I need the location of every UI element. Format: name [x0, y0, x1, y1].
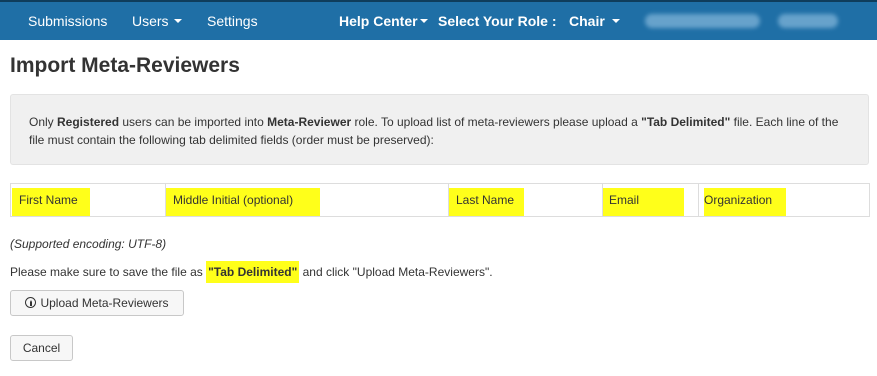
save-note-suffix: and click "Upload Meta-Reviewers". — [299, 265, 493, 279]
nav-role-label-text: Select Your Role : — [438, 13, 557, 29]
info-bold-meta-reviewer: Meta-Reviewer — [267, 115, 352, 129]
nav-users-menu[interactable]: Users — [132, 13, 182, 29]
field-first-name: First Name — [19, 193, 78, 207]
cancel-button[interactable]: Cancel — [10, 335, 73, 361]
nav-submissions-label: Submissions — [28, 13, 108, 29]
fields-table: First Name Middle Initial (optional) Las… — [10, 183, 870, 217]
column-divider — [698, 184, 699, 216]
blurred-user-menu — [778, 14, 838, 28]
nav-submissions[interactable]: Submissions — [28, 13, 107, 29]
upload-button-label: Upload Meta-Reviewers — [40, 296, 169, 310]
caret-down-icon — [173, 19, 182, 24]
nav-role-value: Chair — [569, 13, 605, 29]
info-box: Only Registered users can be imported in… — [10, 94, 869, 165]
info-bold-registered: Registered — [57, 115, 120, 129]
field-email: Email — [609, 193, 640, 207]
caret-down-icon — [419, 19, 428, 24]
save-instruction: Please make sure to save the file as "Ta… — [10, 261, 493, 283]
field-organization: Organization — [704, 193, 773, 207]
nav-help-center-label: Help Center — [339, 13, 418, 29]
info-text-1: Only — [29, 115, 58, 129]
upload-meta-reviewers-button[interactable]: Upload Meta-Reviewers — [10, 290, 184, 316]
nav-role-menu[interactable]: Chair — [569, 13, 620, 29]
save-note-prefix: Please make sure to save the file as — [10, 265, 207, 279]
nav-settings[interactable]: Settings — [207, 13, 258, 29]
field-last-name: Last Name — [456, 193, 515, 207]
encoding-note: (Supported encoding: UTF-8) — [10, 237, 167, 251]
upload-circle-icon — [25, 297, 37, 308]
blurred-user-name — [645, 14, 760, 28]
nav-role-label: Select Your Role : — [438, 13, 557, 29]
field-middle-initial: Middle Initial (optional) — [173, 193, 294, 207]
caret-down-icon — [611, 19, 620, 24]
info-text-2: users can be imported into — [119, 115, 268, 129]
page-title: Import Meta-Reviewers — [10, 54, 240, 77]
info-bold-tab-delimited: "Tab Delimited" — [641, 115, 731, 129]
nav-settings-label: Settings — [207, 13, 258, 29]
nav-help-center-menu[interactable]: Help Center — [339, 13, 428, 29]
nav-users-label: Users — [132, 13, 169, 29]
top-navbar: Submissions Users Settings Help Center S… — [0, 0, 877, 40]
save-note-highlight: "Tab Delimited" — [206, 261, 300, 283]
cancel-button-label: Cancel — [22, 341, 61, 355]
info-text-3: role. To upload list of meta-reviewers p… — [351, 115, 642, 129]
